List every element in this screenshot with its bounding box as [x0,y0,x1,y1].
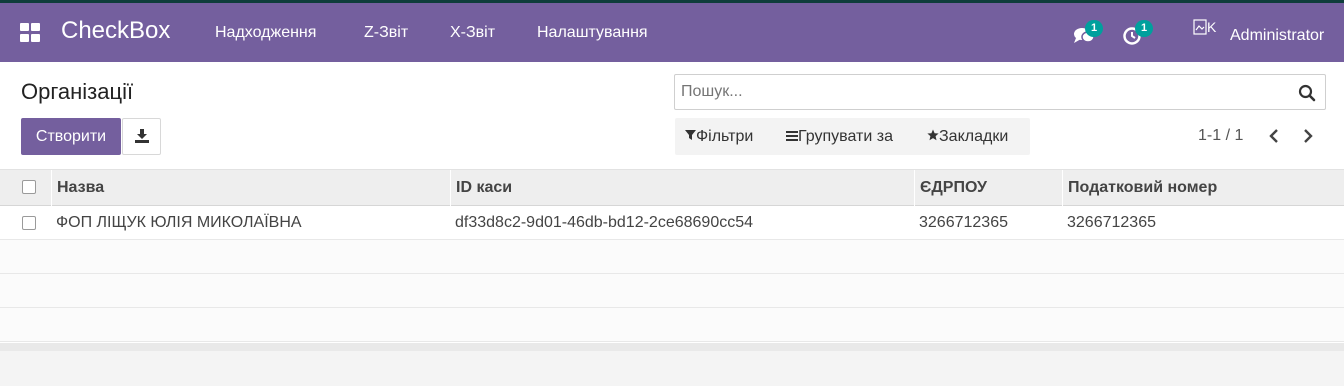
column-divider [450,170,451,206]
group-by-label: Групувати за [798,128,893,145]
select-all-checkbox[interactable] [22,180,36,194]
favorites-label: Закладки [939,128,1009,145]
list-icon [786,131,798,141]
table-footer [0,343,1344,386]
favorites-button[interactable]: Закладки [927,128,1008,146]
cell-edrpou[interactable]: 3266712365 [919,214,1008,232]
table-row[interactable]: ФОП ЛІЩУК ЮЛІЯ МИКОЛАЇВНА df33d8c2-9d01-… [0,206,1344,240]
activities-badge: 1 [1135,20,1153,37]
cell-cash-id[interactable]: df33d8c2-9d01-46db-bd12-2ce68690cc54 [455,214,753,232]
chevron-right-icon[interactable] [1301,127,1315,145]
search-icon[interactable] [1298,84,1316,102]
cell-tax-number[interactable]: 3266712365 [1067,214,1156,232]
menu-item-x-report[interactable]: X-Звіт [450,24,495,42]
page-title: Організації [21,79,134,104]
star-icon [927,129,939,141]
search-options-bar: Фільтри Групувати за Закладки [675,118,1030,155]
broken-image-icon [1193,19,1207,35]
empty-row [0,308,1344,342]
menu-item-settings[interactable]: Налаштування [537,24,648,42]
row-checkbox[interactable] [22,216,36,230]
column-header-tax-number[interactable]: Податковий номер [1068,179,1217,197]
empty-row [0,240,1344,274]
menu-item-receipts[interactable]: Надходження [215,24,316,42]
empty-row [0,274,1344,308]
messages-badge: 1 [1085,20,1103,37]
column-divider [51,170,52,206]
chevron-left-icon[interactable] [1267,127,1281,145]
table-header: Назва ID каси ЄДРПОУ Податковий номер [0,169,1344,206]
column-header-cash-id[interactable]: ID каси [456,179,512,197]
filters-button[interactable]: Фільтри [685,128,753,146]
menu-item-z-report[interactable]: Z-Звіт [364,24,408,42]
filters-label: Фільтри [696,128,754,145]
search-bar[interactable] [674,74,1326,110]
avatar-alt-text: K [1207,19,1217,35]
user-name[interactable]: Administrator [1230,27,1324,45]
top-navbar: CheckBox Надходження Z-Звіт X-Звіт Налаш… [0,0,1344,62]
create-button[interactable]: Створити [21,118,121,155]
export-button[interactable] [122,118,161,155]
column-divider [1062,170,1063,206]
messages-menu[interactable]: 1 [1073,20,1103,46]
column-header-edrpou[interactable]: ЄДРПОУ [920,179,987,197]
group-by-button[interactable]: Групувати за [786,128,893,146]
filter-icon [685,130,696,140]
brand-name[interactable]: CheckBox [61,17,170,45]
apps-menu-icon[interactable] [20,23,41,43]
search-input[interactable] [681,83,1281,101]
cell-name[interactable]: ФОП ЛІЩУК ЮЛІЯ МИКОЛАЇВНА [56,214,302,232]
column-divider [914,170,915,206]
download-icon [135,129,149,143]
column-header-name[interactable]: Назва [57,179,104,197]
pager-value[interactable]: 1-1 / 1 [1198,127,1243,145]
activities-menu[interactable]: 1 [1123,20,1153,46]
avatar[interactable]: K [1193,19,1223,43]
